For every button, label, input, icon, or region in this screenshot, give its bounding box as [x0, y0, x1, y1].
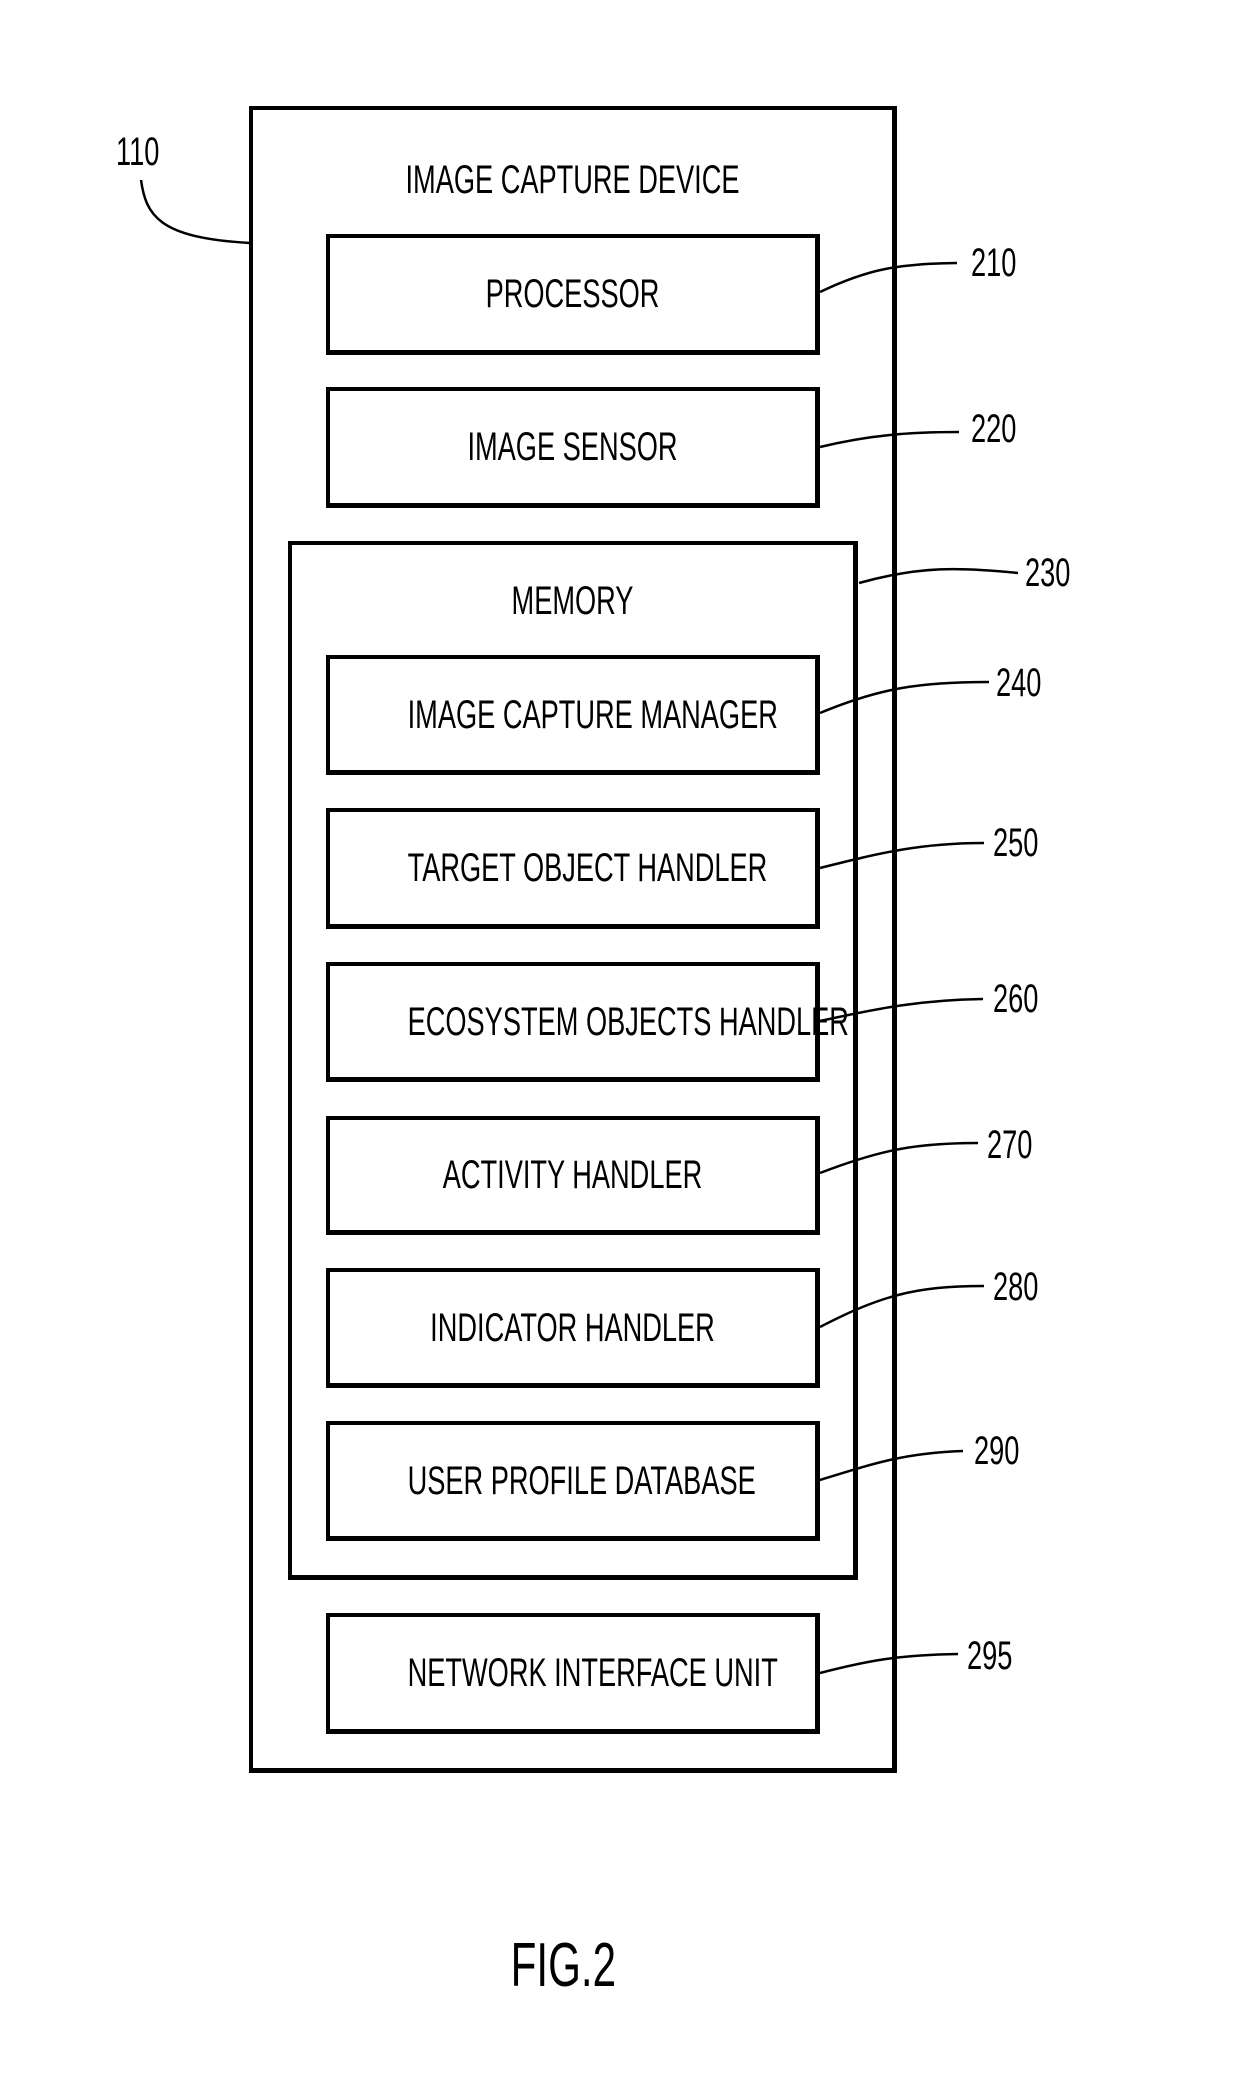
figure-caption: FIG.2	[510, 1931, 617, 2000]
ref-295: 295	[967, 1634, 1013, 1678]
ref-230: 230	[1025, 551, 1071, 595]
activity-handler-label: ACTIVITY HANDLER	[442, 1153, 703, 1197]
ref-270: 270	[987, 1123, 1033, 1167]
image-sensor-label: IMAGE SENSOR	[467, 425, 678, 469]
indicator-handler-box: INDICATOR HANDLER	[326, 1268, 820, 1388]
device-title: IMAGE CAPTURE DEVICE	[405, 158, 740, 202]
ref-220: 220	[971, 407, 1017, 451]
ref-110: 110	[116, 130, 160, 174]
target-object-handler-label: TARGET OBJECT HANDLER	[407, 846, 768, 890]
user-profile-database-label: USER PROFILE DATABASE	[407, 1458, 756, 1503]
activity-handler-box: ACTIVITY HANDLER	[326, 1116, 820, 1235]
user-profile-database-box: USER PROFILE DATABASE	[326, 1421, 820, 1541]
image-capture-manager-box: IMAGE CAPTURE MANAGER	[326, 655, 820, 775]
memory-title: MEMORY	[511, 579, 634, 623]
ref-280: 280	[993, 1265, 1039, 1309]
leader-110	[139, 179, 251, 245]
ecosystem-objects-handler-box: ECOSYSTEM OBJECTS HANDLER	[326, 962, 849, 1082]
network-interface-unit-label: NETWORK INTERFACE UNIT	[407, 1651, 778, 1695]
image-capture-manager-label: IMAGE CAPTURE MANAGER	[407, 692, 778, 737]
ref-260: 260	[993, 977, 1039, 1021]
target-object-handler-box: TARGET OBJECT HANDLER	[326, 808, 820, 929]
ref-210: 210	[971, 241, 1017, 285]
processor-box: PROCESSOR	[326, 234, 820, 355]
image-sensor-box: IMAGE SENSOR	[326, 387, 820, 508]
processor-label: PROCESSOR	[485, 272, 660, 316]
indicator-handler-label: INDICATOR HANDLER	[430, 1305, 715, 1350]
ref-240: 240	[996, 661, 1042, 705]
ref-290: 290	[974, 1429, 1020, 1473]
network-interface-unit-box: NETWORK INTERFACE UNIT	[326, 1613, 820, 1734]
ref-250: 250	[993, 821, 1039, 865]
ecosystem-objects-handler-label: ECOSYSTEM OBJECTS HANDLER	[407, 999, 849, 1044]
